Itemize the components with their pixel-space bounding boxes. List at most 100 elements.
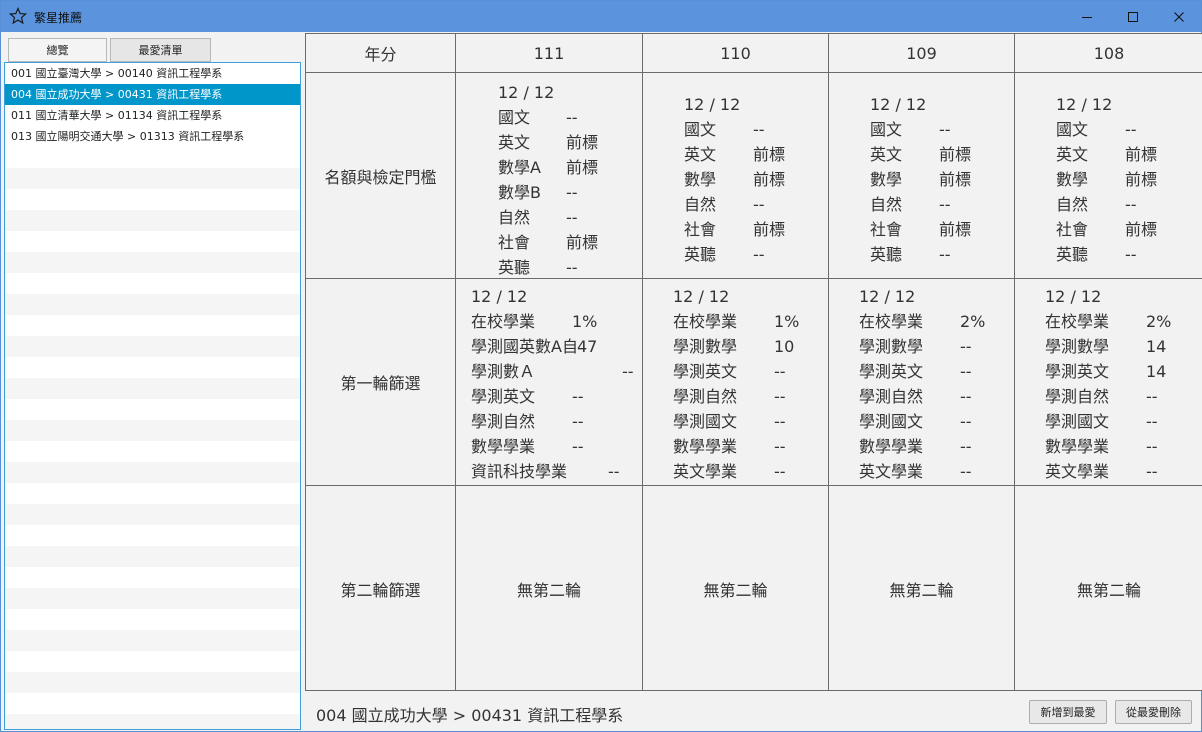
threshold-line: 國文 -- (498, 105, 578, 130)
empty-list-row[interactable] (5, 651, 300, 672)
empty-list-row[interactable] (5, 189, 300, 210)
empty-list-row[interactable] (5, 357, 300, 378)
criteria-line: 學測自然 -- (859, 384, 972, 409)
empty-list-row[interactable] (5, 546, 300, 567)
threshold-line: 英文 前標 (1056, 142, 1157, 167)
threshold-line: 自然 -- (684, 192, 765, 217)
criteria-label: 學測英文 (1045, 362, 1110, 381)
criteria-line: 資訊科技學業 -- (471, 459, 620, 484)
empty-list-row[interactable] (5, 672, 300, 693)
empty-list-row[interactable] (5, 567, 300, 588)
threshold-value: 前標 (939, 220, 972, 239)
criteria-label: 在校學業 (859, 312, 924, 331)
criteria-line: 學測數學 -- (859, 334, 972, 359)
subject-label: 數學 (870, 170, 903, 189)
criteria-value: -- (960, 387, 972, 406)
second-round-text: 無第二輪 (1076, 580, 1141, 600)
maximize-icon (1128, 11, 1138, 22)
threshold-line: 數學 前標 (870, 167, 971, 192)
empty-list-row[interactable] (5, 399, 300, 420)
threshold-value: -- (566, 108, 578, 127)
row-label-cell: 名額與檢定門檻 (305, 72, 455, 278)
empty-list-row[interactable] (5, 420, 300, 441)
threshold-value: -- (1125, 195, 1137, 214)
empty-list-row[interactable] (5, 252, 300, 273)
criteria-line: 學測英文 -- (471, 384, 584, 409)
criteria-label: 學測國文 (859, 412, 924, 431)
threshold-line: 英文 前標 (684, 142, 785, 167)
criteria-label: 學測國文 (1045, 412, 1110, 431)
remove-from-favorites-button[interactable]: 從最愛刪除 (1115, 700, 1192, 724)
criteria-line: 學測自然 -- (1045, 384, 1158, 409)
close-button[interactable] (1156, 1, 1202, 32)
empty-list-row[interactable] (5, 693, 300, 714)
threshold-value: -- (939, 245, 951, 264)
empty-list-row[interactable] (5, 630, 300, 651)
threshold-line: 數學A 前標 (498, 155, 598, 180)
department-list[interactable]: 001 國立臺灣大學 > 00140 資訊工程學系 004 國立成功大學 > 00… (4, 62, 301, 730)
criteria-line: 學測自然 -- (471, 409, 584, 434)
subject-label: 英文 (684, 145, 717, 164)
empty-list-row[interactable] (5, 378, 300, 399)
empty-list-row[interactable] (5, 525, 300, 546)
empty-list-row[interactable] (5, 609, 300, 630)
criteria-value: -- (608, 462, 620, 481)
criteria-value: 10 (774, 337, 795, 356)
criteria-line: 學測國文 -- (1045, 409, 1158, 434)
empty-list-row[interactable] (5, 273, 300, 294)
quota-block: 12 / 12 國文 -- 英文 前標 數學 前標 自然 -- 社會 前標 英聽 -- (684, 92, 785, 267)
quota-ratio: 12 / 12 (498, 83, 555, 102)
second-round-cell: 無第二輪 (455, 485, 642, 691)
criteria-line: 學測國文 -- (859, 409, 972, 434)
empty-list-row[interactable] (5, 231, 300, 252)
empty-list-row[interactable] (5, 315, 300, 336)
empty-list-row[interactable] (5, 210, 300, 231)
criteria-line: 英文學業 -- (1045, 459, 1158, 484)
list-item[interactable]: 004 國立成功大學 > 00431 資訊工程學系 (5, 84, 300, 105)
add-to-favorites-button[interactable]: 新增到最愛 (1029, 700, 1107, 724)
current-selection-label: 004 國立成功大學 > 00431 資訊工程學系 (316, 706, 624, 725)
empty-list-row[interactable] (5, 294, 300, 315)
list-item[interactable]: 011 國立清華大學 > 01134 資訊工程學系 (5, 105, 300, 126)
subject-label: 數學 (684, 170, 717, 189)
subject-label: 社會 (1056, 220, 1089, 239)
criteria-value: -- (572, 437, 584, 456)
minimize-button[interactable] (1064, 1, 1110, 32)
criteria-label: 數學學業 (859, 437, 924, 456)
criteria-label: 學測國文 (673, 412, 738, 431)
empty-list-row[interactable] (5, 147, 300, 168)
subject-label: 社會 (870, 220, 903, 239)
title-bar[interactable]: 繁星推薦 (1, 1, 1201, 32)
maximize-button[interactable] (1110, 1, 1156, 32)
subject-label: 國文 (1056, 120, 1089, 139)
threshold-value: 前標 (1125, 145, 1158, 164)
header-cell: 年分 (305, 33, 455, 72)
first-round-ratio: 12 / 12 (1045, 287, 1102, 306)
threshold-line: 國文 -- (1056, 117, 1137, 142)
criteria-value: -- (1146, 462, 1158, 481)
tab-favorites[interactable]: 最愛清單 (110, 38, 211, 62)
window-title: 繁星推薦 (34, 11, 83, 25)
first-round-cell: 12 / 12 在校學業 2% 學測數學 14 學測英文 14 學測自然 -- 學測國文 -- 數學學… (1014, 278, 1202, 485)
empty-list-row[interactable] (5, 588, 300, 609)
quota-cell: 12 / 12 國文 -- 英文 前標 數學A 前標 數學B -- 自然 -- 社會 前標 英聽 -- (455, 72, 642, 278)
criteria-line: 學測英文 -- (859, 359, 972, 384)
left-panel: 總覽 最愛清單 001 國立臺灣大學 > 00140 資訊工程學系 004 國立成… (4, 36, 301, 730)
empty-list-row[interactable] (5, 462, 300, 483)
quota-cell: 12 / 12 國文 -- 英文 前標 數學 前標 自然 -- 社會 前標 英聽 -- (828, 72, 1014, 278)
criteria-label: 數學學業 (673, 437, 738, 456)
tab-overview[interactable]: 總覽 (8, 38, 107, 62)
threshold-line: 社會 前標 (684, 217, 785, 242)
empty-list-row[interactable] (5, 336, 300, 357)
threshold-line: 數學 前標 (684, 167, 785, 192)
first-round-block: 12 / 12 在校學業 1% 學測數學 10 學測英文 -- 學測自然 -- 學測國文 -- 數學學… (673, 284, 799, 484)
empty-list-row[interactable] (5, 441, 300, 462)
empty-list-row[interactable] (5, 714, 300, 729)
criteria-label: 學測數學 (859, 337, 924, 356)
empty-list-row[interactable] (5, 504, 300, 525)
subject-label: 自然 (498, 208, 531, 227)
list-item[interactable]: 001 國立臺灣大學 > 00140 資訊工程學系 (5, 63, 300, 84)
empty-list-row[interactable] (5, 168, 300, 189)
empty-list-row[interactable] (5, 483, 300, 504)
list-item[interactable]: 013 國立陽明交通大學 > 01313 資訊工程學系 (5, 126, 300, 147)
